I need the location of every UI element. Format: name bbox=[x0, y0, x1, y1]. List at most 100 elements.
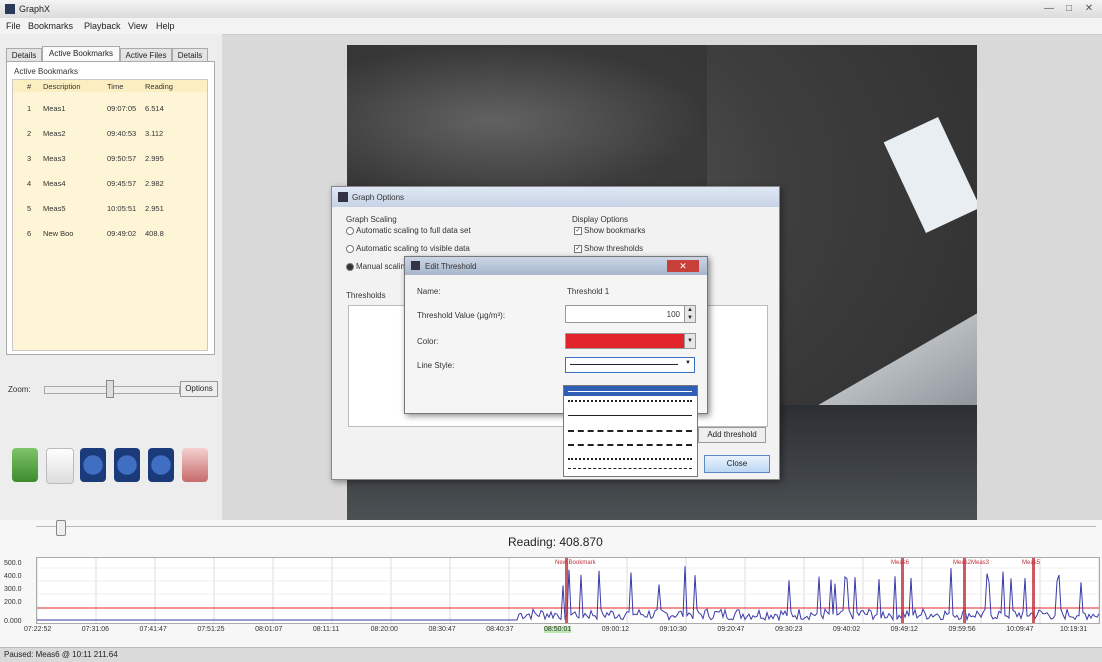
col-description: Description bbox=[43, 82, 81, 91]
table-row[interactable]: 4 Meas4 09:45:57 2.982 bbox=[13, 177, 207, 189]
close-button[interactable]: ✕ bbox=[1080, 2, 1098, 15]
color-swatch[interactable] bbox=[565, 333, 685, 349]
col-reading: Reading bbox=[145, 82, 173, 91]
y-tick-label: 0.000 bbox=[4, 618, 22, 625]
tab-active-files[interactable]: Active Files bbox=[120, 48, 172, 62]
color-label: Color: bbox=[417, 337, 439, 346]
reading-label: Reading: 408.870 bbox=[508, 535, 603, 549]
threshold-value-input[interactable]: 100 bbox=[565, 305, 685, 323]
table-row[interactable]: 3 Meas3 09:50:57 2.995 bbox=[13, 152, 207, 164]
threshold-value-text: 100 bbox=[666, 310, 680, 319]
bookmark-marker bbox=[565, 558, 568, 623]
bookmarks-table[interactable]: # Description Time Reading 1 Meas1 09:07:0… bbox=[12, 79, 208, 351]
y-tick-label: 400.0 bbox=[4, 573, 22, 580]
line-style-label: Line Style: bbox=[417, 361, 455, 370]
chevron-down-icon[interactable]: ▼ bbox=[684, 333, 696, 349]
minimize-button[interactable]: — bbox=[1040, 2, 1058, 15]
x-tick-label: 09:49:12 bbox=[890, 626, 918, 633]
table-cell: New Boo bbox=[43, 229, 74, 238]
table-row[interactable]: 2 Meas2 09:40:53 3.112 bbox=[13, 127, 207, 139]
table-cell: 10:05:51 bbox=[107, 204, 137, 213]
line-style-select[interactable]: ▼ bbox=[565, 357, 695, 373]
tab-details[interactable]: Details bbox=[6, 48, 42, 62]
x-tick-label: 08:20:00 bbox=[370, 626, 398, 633]
line-style-option-dash-dot-dot[interactable] bbox=[568, 468, 692, 479]
radio-auto-full-label: Automatic scaling to full data set bbox=[356, 226, 471, 235]
table-cell: 2.951 bbox=[145, 204, 164, 213]
add-threshold-button[interactable]: Add threshold bbox=[698, 427, 766, 443]
table-cell: 1 bbox=[27, 104, 32, 113]
line-style-option-dotted[interactable] bbox=[568, 400, 692, 412]
show-thresholds-checkbox[interactable]: ✓ bbox=[574, 245, 582, 253]
pause-icon[interactable] bbox=[114, 448, 140, 482]
line-style-option-dashed[interactable] bbox=[568, 430, 692, 442]
table-cell: Meas5 bbox=[43, 204, 66, 213]
table-row[interactable]: 1 Meas1 09:07:05 6.514 bbox=[13, 102, 207, 114]
bookmark-marker-label: Meas2Meas3 bbox=[953, 560, 990, 566]
show-thresholds-label: Show thresholds bbox=[584, 244, 644, 253]
maximize-button[interactable]: □ bbox=[1060, 2, 1078, 15]
status-bar: Paused: Meas6 @ 10:11 211.64 bbox=[0, 647, 1102, 662]
menu-file[interactable]: File bbox=[6, 21, 21, 31]
table-cell: 6 bbox=[27, 229, 32, 238]
col-time: Time bbox=[107, 82, 124, 91]
timeline-thumb[interactable] bbox=[56, 520, 66, 536]
tab-details-2[interactable]: Details bbox=[172, 48, 208, 62]
table-cell: 09:07:05 bbox=[107, 104, 137, 113]
bookmark-marker-label: New Bookmark bbox=[555, 560, 597, 566]
table-cell: 3.112 bbox=[145, 129, 164, 138]
radio-manual[interactable] bbox=[346, 263, 354, 271]
table-row[interactable]: 5 Meas5 10:05:51 2.951 bbox=[13, 202, 207, 214]
window-title: GraphX bbox=[19, 4, 51, 14]
prev-icon[interactable] bbox=[80, 448, 106, 482]
x-tick-label: 10:19:31 bbox=[1060, 626, 1088, 633]
y-tick-label: 300.0 bbox=[4, 586, 22, 593]
table-cell: 09:40:53 bbox=[107, 129, 137, 138]
line-style-dropdown[interactable] bbox=[563, 385, 698, 477]
menu-bookmarks[interactable]: Bookmarks bbox=[28, 21, 73, 31]
table-cell: Meas2 bbox=[43, 129, 66, 138]
line-style-option-thin[interactable] bbox=[568, 415, 692, 426]
table-cell: 5 bbox=[27, 204, 32, 213]
zoom-slider-thumb[interactable] bbox=[106, 380, 114, 398]
flag-icon[interactable] bbox=[12, 448, 38, 482]
timeline-track[interactable] bbox=[36, 526, 1096, 527]
table-header: # Description Time Reading bbox=[13, 80, 207, 92]
line-style-option-dash-long[interactable] bbox=[568, 444, 692, 456]
close-dialog-button[interactable]: Close bbox=[704, 455, 770, 473]
threshold-value-spinner[interactable]: ▲ ▼ bbox=[684, 305, 696, 323]
x-tick-label: 07:22:52 bbox=[24, 626, 52, 633]
table-cell: 09:50:57 bbox=[107, 154, 137, 163]
tab-active-bookmarks[interactable]: Active Bookmarks bbox=[42, 46, 120, 61]
menu-view[interactable]: View bbox=[128, 21, 147, 31]
x-tick-label: 08:30:47 bbox=[428, 626, 456, 633]
show-bookmarks-checkbox[interactable]: ✓ bbox=[574, 227, 582, 235]
line-style-option-solid[interactable] bbox=[564, 386, 697, 396]
table-cell: 2.995 bbox=[145, 154, 164, 163]
chevron-down-icon: ▼ bbox=[685, 360, 691, 366]
zoom-label: Zoom: bbox=[8, 385, 31, 394]
menu-bar: File Bookmarks Playback View Help bbox=[0, 18, 1102, 35]
edit-threshold-close[interactable]: ✕ bbox=[667, 260, 699, 272]
radio-auto-visible-label: Automatic scaling to visible data bbox=[356, 244, 470, 253]
menu-help[interactable]: Help bbox=[156, 21, 175, 31]
dialog-icon bbox=[411, 261, 420, 270]
stop-icon[interactable] bbox=[148, 448, 174, 482]
x-tick-label: 07:31:06 bbox=[81, 626, 110, 633]
options-button[interactable]: Options bbox=[180, 381, 218, 397]
x-tick-label: 09:20:47 bbox=[717, 626, 745, 633]
mute-icon[interactable] bbox=[182, 448, 208, 482]
radio-auto-visible[interactable] bbox=[346, 245, 354, 253]
radio-auto-full[interactable] bbox=[346, 227, 354, 235]
table-row[interactable]: 6 New Boo 09:49:02 408.8 bbox=[13, 227, 207, 239]
x-tick-label: 08:40:37 bbox=[486, 626, 514, 633]
page-icon[interactable] bbox=[46, 448, 74, 484]
table-cell: 09:49:02 bbox=[107, 229, 137, 238]
show-bookmarks-label: Show bookmarks bbox=[584, 226, 646, 235]
x-tick-label: 09:40:02 bbox=[832, 626, 861, 633]
reading-chart[interactable]: New Bookmark Meas6 Meas2Meas3 Meas5 bbox=[36, 557, 1100, 624]
x-tick-label: 07:41:47 bbox=[139, 626, 167, 633]
menu-playback[interactable]: Playback bbox=[84, 21, 121, 31]
table-cell: Meas3 bbox=[43, 154, 66, 163]
title-bar: GraphX — □ ✕ bbox=[0, 0, 1102, 19]
